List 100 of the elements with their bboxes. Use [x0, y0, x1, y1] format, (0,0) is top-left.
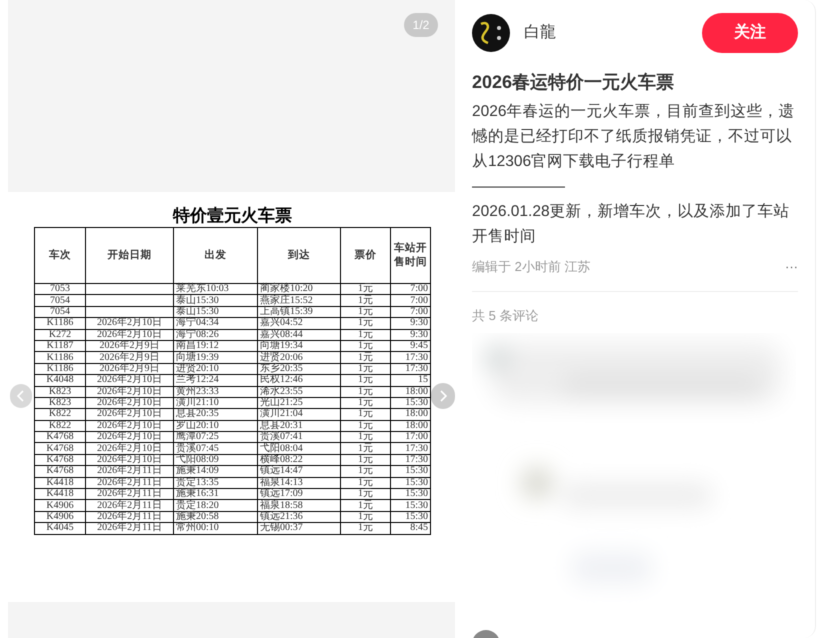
table-cell: 2026年2月11日	[86, 500, 174, 512]
table-cell: K4906	[35, 500, 86, 512]
table-cell: 嘉兴08:44	[258, 330, 341, 341]
table-cell: 黄州23:33	[174, 386, 258, 398]
column-header: 出发	[204, 248, 226, 262]
table-cell: 弋阳08:04	[258, 443, 341, 455]
table-cell: 施秉16:31	[174, 489, 258, 500]
column-header: 票价	[354, 248, 376, 262]
chevron-left-icon	[17, 390, 25, 402]
table-cell: 2026年2月11日	[86, 478, 174, 490]
table-cell: 1元	[341, 432, 391, 444]
table-cell: 2026年2月10日	[86, 398, 174, 410]
post-title: 2026春运特价一元火车票	[472, 71, 676, 94]
table-cell: K4768	[35, 432, 86, 444]
table-cell: 镇远17:09	[258, 489, 341, 500]
table-cell: 1元	[341, 489, 391, 500]
table-cell: K823	[35, 398, 86, 410]
table-cell: 1元	[341, 318, 391, 330]
table-cell: 8:45	[391, 523, 431, 535]
table-cell: 17:30	[391, 443, 431, 455]
table-cell: 2026年2月11日	[86, 466, 174, 478]
table-cell: K4418	[35, 489, 86, 500]
table-cell: K4045	[35, 523, 86, 535]
table-cell: 2026年2月10日	[86, 454, 174, 466]
table-cell: 1元	[341, 284, 391, 296]
table-cell: 1元	[341, 330, 391, 341]
table-cell: 17:30	[391, 364, 431, 376]
table-cell: 1元	[341, 466, 391, 478]
table-cell: 燕家庄15:52	[258, 295, 341, 307]
table-cell: 贵定18:20	[174, 500, 258, 512]
table-cell: K272	[35, 330, 86, 341]
table-cell: 嘉兴04:52	[258, 318, 341, 330]
table-cell: 1元	[341, 420, 391, 432]
table-cell: 2026年2月9日	[86, 352, 174, 364]
table-cell: 2026年2月11日	[86, 489, 174, 500]
avatar[interactable]	[472, 14, 510, 52]
table-cell: 1元	[341, 352, 391, 364]
table-cell: 17:00	[391, 432, 431, 444]
column-header: 到达	[288, 248, 310, 262]
table-cell: 2026年2月10日	[86, 409, 174, 421]
table-cell: 15:30	[391, 512, 431, 524]
table-cell: 18:00	[391, 420, 431, 432]
table-cell: 向塘19:34	[258, 340, 341, 352]
table-cell: K4768	[35, 443, 86, 455]
table-cell: 1元	[341, 375, 391, 387]
table-cell: 镇远21:36	[258, 512, 341, 524]
table-cell: 海宁04:34	[174, 318, 258, 330]
table-cell: 2026年2月9日	[86, 340, 174, 352]
table-cell: 福泉14:13	[258, 478, 341, 490]
table-cell: 2026年2月10日	[86, 420, 174, 432]
table-cell: 2026年2月10日	[86, 330, 174, 341]
follow-button[interactable]: 关注	[702, 13, 798, 53]
table-cell: 15:30	[391, 466, 431, 478]
table-cell: 1元	[341, 478, 391, 490]
chevron-right-icon	[439, 390, 447, 402]
table-cell: 2026年2月10日	[86, 386, 174, 398]
table-cell: 息县20:35	[174, 409, 258, 421]
table-cell: 2026年2月11日	[86, 512, 174, 524]
table-cell: 9:45	[391, 340, 431, 352]
table-cell: K822	[35, 409, 86, 421]
table-cell: 鹰潭07:25	[174, 432, 258, 444]
table-cell: 7:00	[391, 284, 431, 296]
table-cell: 18:00	[391, 386, 431, 398]
table-cell: 7053	[35, 284, 86, 296]
table-cell: 9:30	[391, 330, 431, 341]
table-cell: 2026年2月11日	[86, 523, 174, 535]
table-cell: 18:00	[391, 409, 431, 421]
table-cell: 2026年2月10日	[86, 318, 174, 330]
table-cell: 1元	[341, 364, 391, 376]
table-cell: 蔺家楼10:20	[258, 284, 341, 296]
table-cell: 1元	[341, 386, 391, 398]
author-name[interactable]: 白龍	[524, 21, 556, 45]
table-cell: 无锡00:37	[258, 523, 341, 535]
table-cell: 1元	[341, 443, 391, 455]
table-cell: 1元	[341, 500, 391, 512]
table-cell: 17:30	[391, 454, 431, 466]
more-button[interactable]: ···	[785, 257, 798, 276]
table-cell: 息县20:31	[258, 420, 341, 432]
table-cell: 7054	[35, 306, 86, 318]
comment-count: 共 5 条评论	[472, 306, 540, 324]
table-cell: 兰考12:24	[174, 375, 258, 387]
table-cell: K1186	[35, 352, 86, 364]
table-cell: 7054	[35, 295, 86, 307]
table-cell: 1元	[341, 409, 391, 421]
table-cell: K4768	[35, 466, 86, 478]
table-cell: 横峰08:22	[258, 454, 341, 466]
table-cell: 向塘19:39	[174, 352, 258, 364]
table-cell: 莱芜东10:03	[174, 284, 258, 296]
table-cell: 罗山20:10	[174, 420, 258, 432]
table-cell: 民权12:46	[258, 375, 341, 387]
table-cell: 海宁08:26	[174, 330, 258, 341]
table-cell: 1元	[341, 295, 391, 307]
column-header: 开始日期	[108, 248, 152, 262]
table-cell: K1187	[35, 340, 86, 352]
document-title: 特价壹元火车票	[173, 205, 292, 227]
table-cell: 7:00	[391, 306, 431, 318]
table-cell: 福泉18:58	[258, 500, 341, 512]
table-cell: 施秉14:09	[174, 466, 258, 478]
table-cell: K822	[35, 420, 86, 432]
table-cell: K1186	[35, 318, 86, 330]
